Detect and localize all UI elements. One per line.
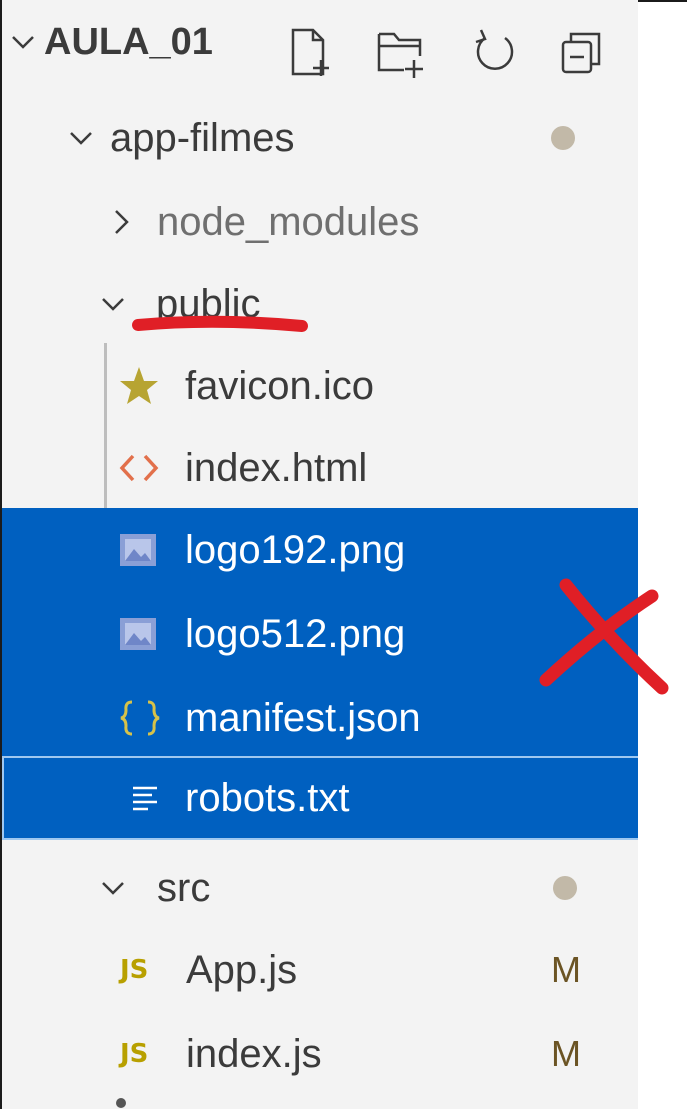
star-icon [120, 367, 158, 404]
chevron-down-icon[interactable] [98, 873, 128, 903]
text-file-icon [133, 786, 157, 811]
modified-dot [553, 876, 577, 900]
partial-row-icon [116, 1098, 126, 1108]
folder-label: app-filmes [110, 116, 295, 160]
file-label: logo192.png [185, 528, 406, 572]
git-modified-badge: M [551, 1033, 581, 1074]
tree-file-logo192[interactable]: logo192.png [2, 508, 638, 592]
js-file-icon: JS [120, 955, 149, 985]
file-label: logo512.png [185, 612, 406, 656]
tree-folder-src[interactable]: src [2, 846, 638, 930]
modified-dot [551, 126, 575, 150]
tree-file-index-html[interactable]: index.html [2, 426, 638, 510]
new-folder-icon[interactable] [376, 26, 424, 80]
file-explorer: AULA_01 app-filmes node_modules public f… [0, 0, 638, 1109]
tree-file-logo512[interactable]: logo512.png [2, 592, 638, 676]
folder-label: src [157, 866, 211, 910]
folder-label: public [156, 282, 261, 326]
file-label: App.js [186, 948, 298, 992]
chevron-down-icon[interactable] [8, 27, 38, 57]
tree-file-index-js[interactable]: JS index.js M [2, 1012, 638, 1096]
chevron-down-icon[interactable] [98, 289, 128, 319]
tree-folder-app-filmes[interactable]: app-filmes [2, 96, 638, 180]
new-file-icon[interactable] [287, 26, 335, 80]
file-label: manifest.json [185, 696, 421, 740]
refresh-icon[interactable] [471, 26, 519, 80]
editor-area [638, 0, 687, 1109]
chevron-right-icon[interactable] [106, 207, 136, 237]
tree-file-robots[interactable]: robots.txt [2, 756, 638, 840]
image-icon [120, 618, 156, 650]
tree-file-manifest[interactable]: manifest.json [2, 676, 638, 760]
tree-folder-public[interactable]: public [2, 262, 638, 346]
folder-label: node_modules [157, 200, 420, 244]
js-file-icon: JS [120, 1039, 149, 1069]
file-label: favicon.ico [185, 364, 374, 408]
json-braces-icon [120, 700, 160, 736]
tree-folder-node-modules[interactable]: node_modules [2, 180, 638, 264]
explorer-header[interactable]: AULA_01 [2, 0, 638, 84]
file-label: index.html [185, 446, 368, 490]
workspace-title: AULA_01 [44, 21, 213, 63]
html-icon [119, 454, 159, 482]
tree-file-app-js[interactable]: JS App.js M [2, 928, 638, 1012]
file-label: robots.txt [185, 776, 350, 820]
collapse-all-icon[interactable] [559, 26, 607, 80]
chevron-down-icon[interactable] [66, 123, 96, 153]
image-icon [120, 534, 156, 566]
file-label: index.js [186, 1032, 322, 1076]
git-modified-badge: M [551, 949, 581, 990]
tree-file-favicon[interactable]: favicon.ico [2, 344, 638, 428]
